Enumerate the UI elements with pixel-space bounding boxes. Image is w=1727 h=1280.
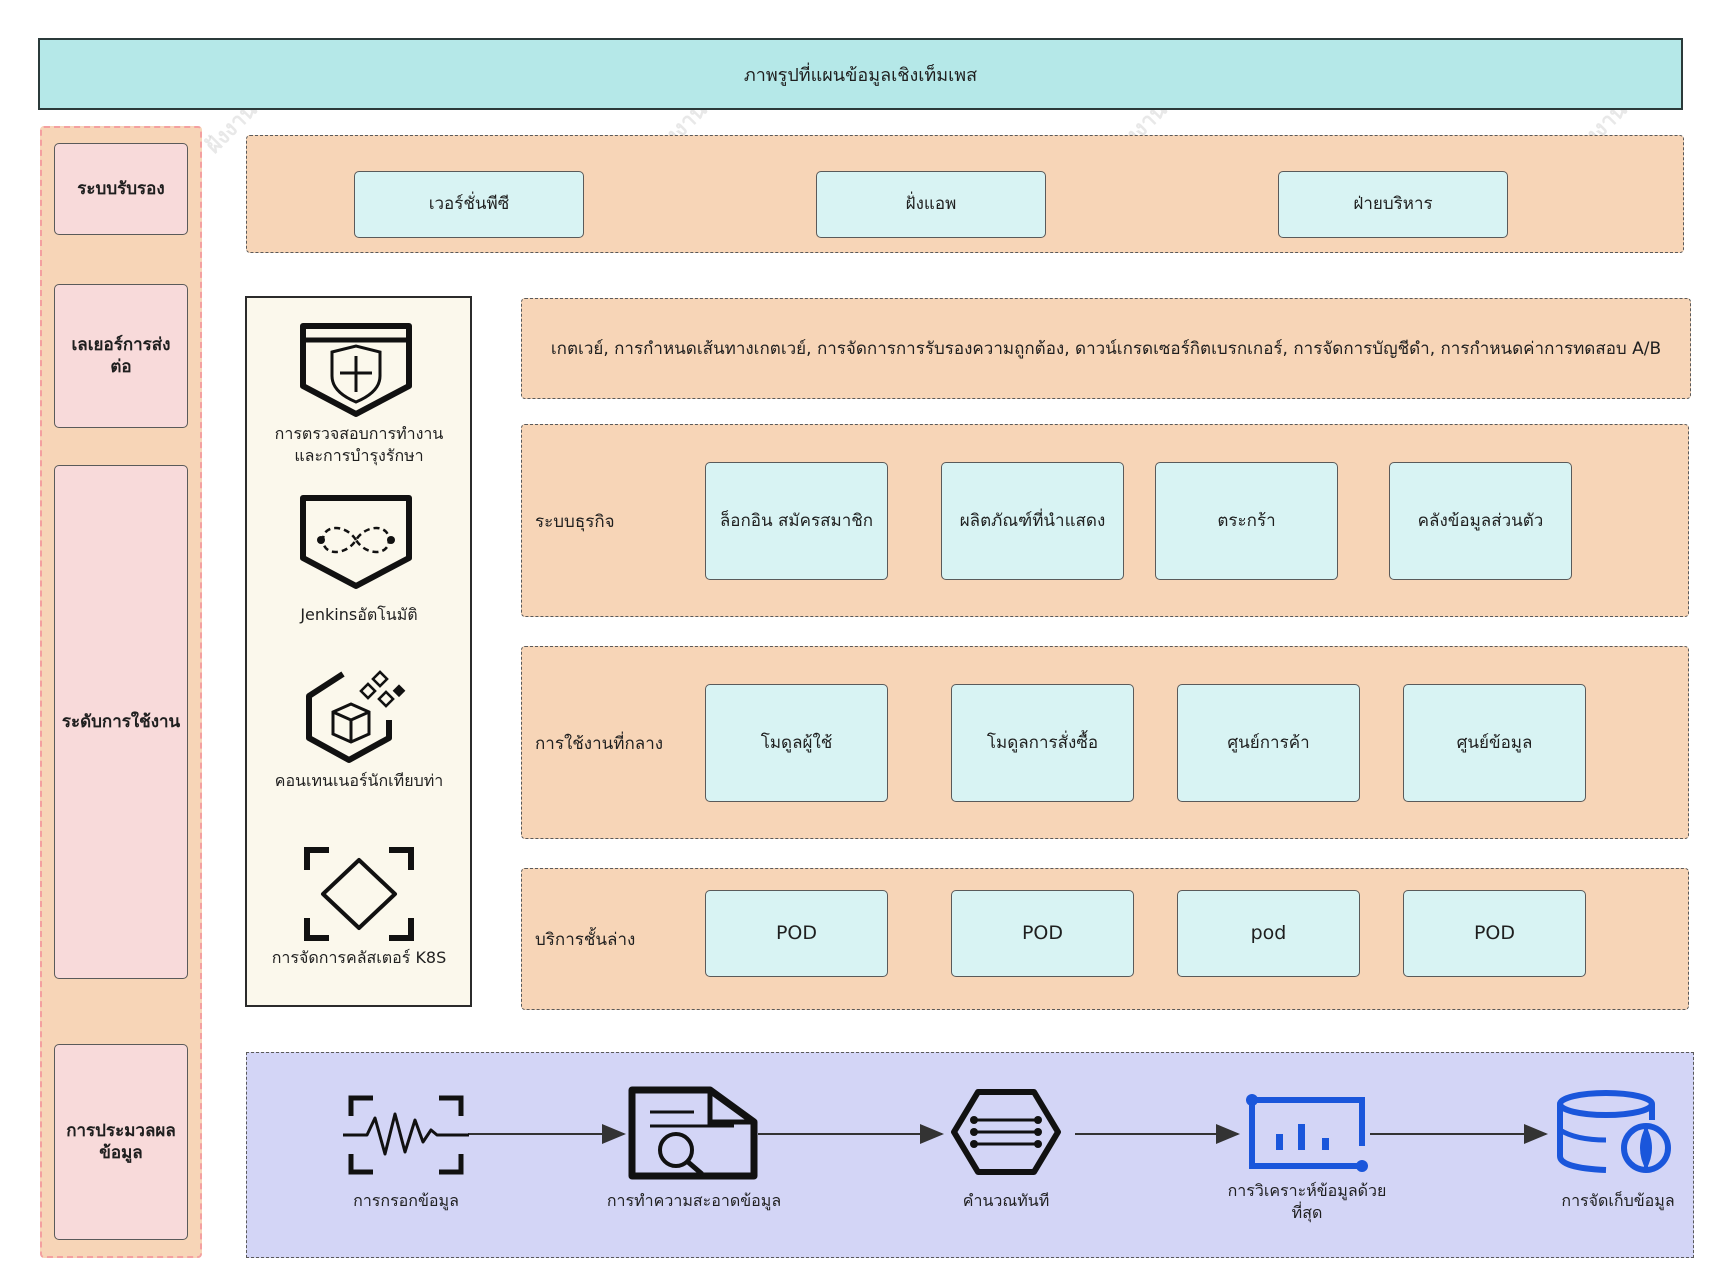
layer-application: ระดับการใช้งาน — [54, 465, 188, 979]
pod-box: POD — [951, 890, 1134, 977]
pod-box: pod — [1177, 890, 1360, 977]
client-pc: เวอร์ชั่นพีซี — [354, 171, 584, 238]
flow-label: คำนวณทันที — [962, 1191, 1050, 1210]
flow-label: การวิเคราะห์ข้อมูลด้วยที่สุด — [1227, 1181, 1387, 1222]
middle-item: โมดูลการสั่งซื้อ — [951, 684, 1134, 802]
waveform-icon — [343, 1094, 469, 1176]
middle-label: การใช้งานที่กลาง — [535, 734, 664, 754]
business-item: ผลิตภัณฑ์ที่นำแสดง — [941, 462, 1124, 580]
middle-item: โมดูลผู้ใช้ — [705, 684, 888, 802]
client-app: ฝั่งแอพ — [816, 171, 1046, 238]
layer-data-processing: การประมวลผลข้อมูล — [54, 1044, 188, 1240]
pod-box: POD — [705, 890, 888, 977]
business-label: ระบบธุรกิจ — [535, 512, 615, 532]
diamond-frame-icon — [303, 846, 415, 942]
business-item: ตระกร้า — [1155, 462, 1338, 580]
document-search-icon — [628, 1086, 758, 1180]
middle-item: ศูนย์การค้า — [1177, 684, 1360, 802]
flow-label: การทำความสะอาดข้อมูล — [606, 1191, 782, 1210]
business-item: ล็อกอิน สมัครสมาชิก — [705, 462, 888, 580]
layer-transport: เลเยอร์การส่งต่อ — [54, 284, 188, 428]
bar-chart-icon — [1242, 1094, 1372, 1174]
business-item: คลังข้อมูลส่วนตัว — [1389, 462, 1572, 580]
ops-label: Jenkinsอัตโนมัติ — [300, 605, 418, 624]
infinity-icon — [299, 494, 417, 592]
client-admin: ฝ่ายบริหาร — [1278, 171, 1508, 238]
flow-label: การกรอกข้อมูล — [353, 1191, 459, 1210]
ops-label: คอนเทนเนอร์นักเทียบท่า — [274, 771, 444, 790]
container-icon — [303, 668, 415, 764]
layer-support: ระบบรับรอง — [54, 143, 188, 235]
page-title: ภาพรูปที่แผนข้อมูลเชิงเท็มเพส — [38, 38, 1683, 110]
shield-plus-icon — [299, 322, 417, 422]
pod-box: POD — [1403, 890, 1586, 977]
flow-label: การจัดเก็บข้อมูล — [1561, 1191, 1675, 1210]
gateway-panel: เกตเวย์, การกำหนดเส้นทางเกตเวย์, การจัดก… — [521, 298, 1691, 399]
middle-item: ศูนย์ข้อมูล — [1403, 684, 1586, 802]
base-label: บริการชั้นล่าง — [535, 930, 636, 950]
hexagon-flow-icon — [950, 1088, 1062, 1176]
ops-label: การจัดการคลัสเตอร์ K8S — [271, 948, 447, 967]
ops-label: การตรวจสอบการทำงานและการบำรุงรักษา — [274, 424, 444, 465]
database-icon — [1556, 1090, 1674, 1176]
